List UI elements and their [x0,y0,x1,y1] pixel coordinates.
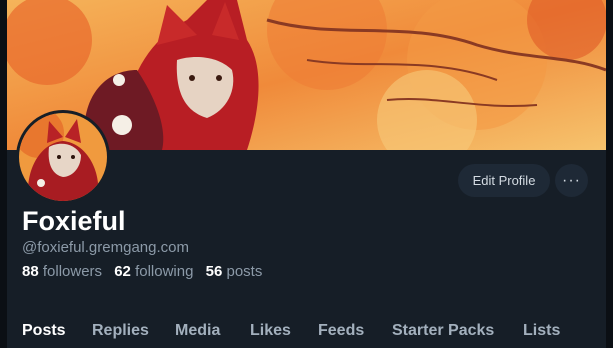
profile-tabs: Posts Replies Media Likes Feeds Starter … [0,320,613,348]
posts-count: 56 [205,263,223,280]
display-name: Foxieful [22,206,126,236]
tab-starter-packs[interactable]: Starter Packs [392,322,494,340]
posts-stat: 56 posts [206,263,263,280]
following-count: 62 [114,263,131,280]
following-link[interactable]: 62 following [114,263,193,280]
tab-lists[interactable]: Lists [523,322,560,340]
followers-label: followers [42,263,103,280]
tab-media[interactable]: Media [175,322,220,340]
tab-replies[interactable]: Replies [92,322,149,340]
edit-profile-button[interactable]: Edit Profile [458,164,550,197]
followers-count: 88 [22,263,39,280]
right-edge [606,0,613,348]
avatar-image [19,113,107,201]
more-options-button[interactable]: ··· [555,164,588,197]
followers-link[interactable]: 88 followers [22,263,102,280]
tab-posts[interactable]: Posts [22,322,66,340]
ellipsis-icon: ··· [562,171,581,189]
avatar[interactable] [16,110,110,204]
following-label: following [135,263,194,280]
handle: @foxieful.gremgang.com [22,239,189,256]
posts-label: posts [226,263,263,280]
tab-feeds[interactable]: Feeds [318,322,364,340]
profile-stats: 88 followers 62 following 56 posts [22,263,270,280]
tab-likes[interactable]: Likes [250,322,291,340]
left-edge [0,0,7,348]
